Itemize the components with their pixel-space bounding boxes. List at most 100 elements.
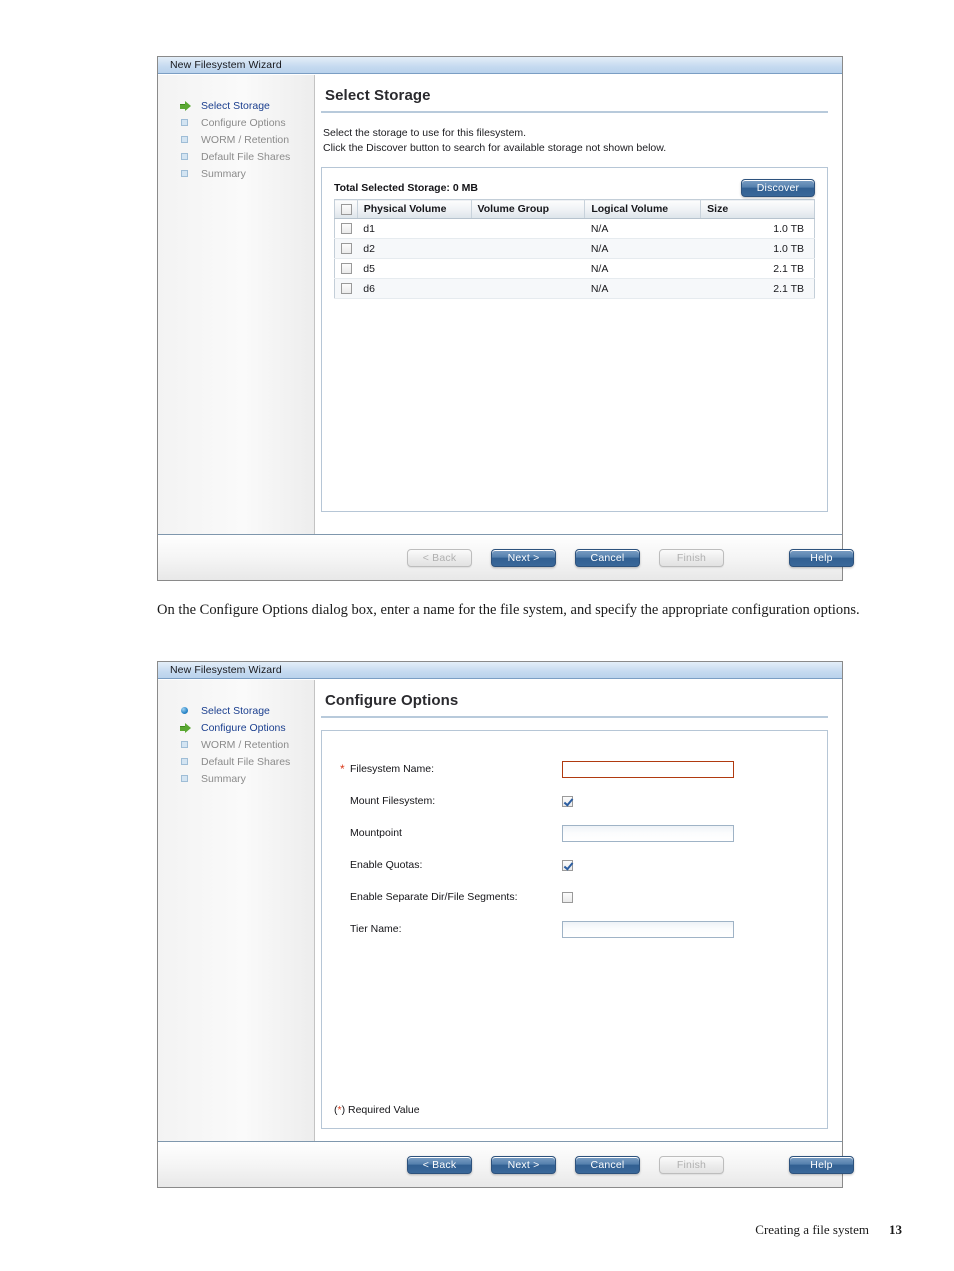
configure-options-wizard-dialog: New Filesystem Wizard Select Storage Con… xyxy=(157,661,854,1188)
column-header-physical-volume[interactable]: Physical Volume xyxy=(357,199,472,219)
discover-button[interactable]: Discover xyxy=(741,179,815,197)
page-footer-text: Creating a file system xyxy=(755,1222,869,1237)
sidebar-item-summary[interactable]: Summary xyxy=(158,770,314,787)
row-checkbox-cell[interactable] xyxy=(334,258,358,279)
enable-quotas-label: Enable Quotas: xyxy=(350,859,423,871)
filesystem-name-label: Filesystem Name: xyxy=(350,763,435,775)
form-row-mountpoint: Mountpoint xyxy=(322,817,827,849)
step-label: Configure Options xyxy=(201,721,286,734)
next-button[interactable]: Next > xyxy=(491,548,556,567)
help-button[interactable]: Help xyxy=(789,1155,854,1174)
instruction-line-2: Click the Discover button to search for … xyxy=(323,141,667,154)
square-icon xyxy=(180,168,193,179)
cell-physical-volume: d5 xyxy=(357,258,472,279)
sidebar-item-worm-retention[interactable]: WORM / Retention xyxy=(158,736,314,753)
cell-physical-volume: d1 xyxy=(357,218,472,239)
column-header-volume-group[interactable]: Volume Group xyxy=(471,199,586,219)
help-button[interactable]: Help xyxy=(789,548,854,567)
row-checkbox[interactable] xyxy=(341,283,352,295)
configure-options-form: * Filesystem Name: Mount Filesystem: Mou… xyxy=(321,730,828,1129)
row-checkbox[interactable] xyxy=(341,243,352,255)
wizard-step-nav: Select Storage Configure Options WORM / … xyxy=(158,75,315,535)
select-all-header-cell[interactable] xyxy=(334,199,358,219)
step-label: WORM / Retention xyxy=(201,738,290,751)
sidebar-item-worm-retention[interactable]: WORM / Retention xyxy=(158,131,314,148)
cell-volume-group xyxy=(471,238,585,259)
next-button[interactable]: Next > xyxy=(491,1155,556,1174)
row-checkbox[interactable] xyxy=(341,223,352,235)
form-row-filesystem-name: * Filesystem Name: xyxy=(322,753,827,785)
square-icon xyxy=(180,134,193,145)
sidebar-item-select-storage[interactable]: Select Storage xyxy=(158,97,314,114)
row-checkbox-cell[interactable] xyxy=(334,238,358,259)
back-button[interactable]: < Back xyxy=(407,1155,472,1174)
page-number: 13 xyxy=(889,1222,902,1237)
mountpoint-input[interactable] xyxy=(562,824,734,842)
form-row-tier-name: Tier Name: xyxy=(322,913,827,945)
green-arrow-icon xyxy=(180,100,193,111)
cell-size: 1.0 TB xyxy=(700,238,815,259)
blue-dot-icon xyxy=(180,705,193,716)
required-asterisk-icon: * xyxy=(340,762,345,776)
wizard-body: Select Storage Configure Options WORM / … xyxy=(158,75,842,535)
tier-name-input[interactable] xyxy=(562,920,734,938)
mountpoint-label: Mountpoint xyxy=(350,827,402,839)
sidebar-item-configure-options[interactable]: Configure Options xyxy=(158,114,314,131)
row-checkbox[interactable] xyxy=(341,263,352,275)
finish-button: Finish xyxy=(659,1155,724,1174)
cell-volume-group xyxy=(471,218,585,239)
wizard-title: New Filesystem Wizard xyxy=(170,664,282,676)
sidebar-item-default-file-shares[interactable]: Default File Shares xyxy=(158,753,314,770)
wizard-titlebar: New Filesystem Wizard xyxy=(158,57,842,74)
cancel-button[interactable]: Cancel xyxy=(575,1155,640,1174)
step-label: WORM / Retention xyxy=(201,133,290,146)
square-icon xyxy=(180,739,193,750)
sidebar-item-select-storage[interactable]: Select Storage xyxy=(158,702,314,719)
cell-size: 2.1 TB xyxy=(700,278,815,299)
square-icon xyxy=(180,117,193,128)
table-row[interactable]: d5 N/A 2.1 TB xyxy=(334,258,815,279)
wizard-footer-bar: < Back Next > Cancel Finish Help xyxy=(158,534,854,580)
row-checkbox-cell[interactable] xyxy=(334,278,358,299)
sidebar-item-configure-options[interactable]: Configure Options xyxy=(158,719,314,736)
wizard-title: New Filesystem Wizard xyxy=(170,59,282,71)
wizard-content-pane: Configure Options * Filesystem Name: Mou… xyxy=(315,680,842,1142)
finish-button: Finish xyxy=(659,548,724,567)
tier-name-label: Tier Name: xyxy=(350,923,402,935)
wizard-content-pane: Select Storage Select the storage to use… xyxy=(315,75,842,535)
enable-separate-dir-file-segments-checkbox[interactable] xyxy=(562,891,573,903)
select-all-checkbox[interactable] xyxy=(341,203,352,215)
storage-panel-header: Total Selected Storage: 0 MB Discover xyxy=(334,177,815,199)
wizard-body: Select Storage Configure Options WORM / … xyxy=(158,680,842,1142)
filesystem-name-input[interactable] xyxy=(562,760,734,778)
wizard-footer-bar: < Back Next > Cancel Finish Help xyxy=(158,1141,854,1187)
cell-physical-volume: d2 xyxy=(357,238,472,259)
mount-filesystem-checkbox[interactable] xyxy=(562,795,573,807)
cell-volume-group xyxy=(471,258,585,279)
mount-filesystem-label: Mount Filesystem: xyxy=(350,795,436,807)
table-row[interactable]: d2 N/A 1.0 TB xyxy=(334,238,815,259)
cell-logical-volume: N/A xyxy=(584,238,701,259)
cancel-button[interactable]: Cancel xyxy=(575,548,640,567)
page-title: Configure Options xyxy=(321,692,828,718)
column-header-size[interactable]: Size xyxy=(700,199,815,219)
sidebar-item-summary[interactable]: Summary xyxy=(158,165,314,182)
square-icon xyxy=(180,151,193,162)
row-checkbox-cell[interactable] xyxy=(334,218,358,239)
cell-logical-volume: N/A xyxy=(584,258,701,279)
table-header-row: Physical Volume Volume Group Logical Vol… xyxy=(334,199,815,219)
cell-physical-volume: d6 xyxy=(357,278,472,299)
sidebar-item-default-file-shares[interactable]: Default File Shares xyxy=(158,148,314,165)
note-rest: ) Required Value xyxy=(341,1104,420,1116)
back-button: < Back xyxy=(407,548,472,567)
step-label: Summary xyxy=(201,772,246,785)
column-header-logical-volume[interactable]: Logical Volume xyxy=(584,199,702,219)
table-row[interactable]: d1 N/A 1.0 TB xyxy=(334,218,815,239)
square-icon xyxy=(180,756,193,767)
step-label: Select Storage xyxy=(201,99,270,112)
table-row[interactable]: d6 N/A 2.1 TB xyxy=(334,278,815,299)
enable-quotas-checkbox[interactable] xyxy=(562,859,573,871)
cell-size: 1.0 TB xyxy=(700,218,815,239)
cell-volume-group xyxy=(471,278,585,299)
wizard-titlebar: New Filesystem Wizard xyxy=(158,662,842,679)
